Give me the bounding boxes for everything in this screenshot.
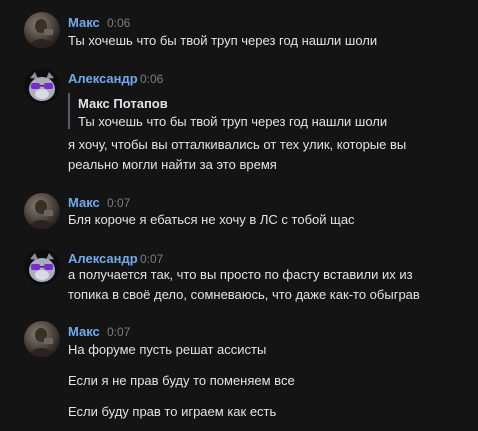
message-text: реально могли найти за это время: [68, 157, 277, 172]
author-name[interactable]: Макс: [68, 324, 100, 339]
message-time[interactable]: 0:07: [107, 325, 130, 339]
message-text: Если буду прав то играем как есть: [68, 404, 277, 419]
quote-author[interactable]: Макс Потапов: [78, 96, 168, 111]
message-time[interactable]: 0:07: [107, 196, 130, 210]
avatar[interactable]: [24, 68, 60, 104]
avatar[interactable]: [24, 321, 60, 357]
message-time[interactable]: 0:06: [140, 72, 163, 86]
author-name[interactable]: Александр: [68, 251, 138, 266]
message-time[interactable]: 0:07: [140, 252, 163, 266]
quote-text: Ты хочешь что бы твой труп через год наш…: [78, 114, 388, 129]
message-text: Бля короче я ебаться не хочу в ЛС с тобо…: [68, 212, 355, 227]
avatar[interactable]: [24, 193, 60, 229]
author-name[interactable]: Макс: [68, 15, 100, 30]
chat-history: Макс 0:06 Ты хочешь что бы твой труп чер…: [0, 0, 478, 431]
message-text: я хочу, чтобы вы отталкивались от тех ул…: [68, 137, 407, 152]
message-text: Если я не прав буду то поменяем все: [68, 373, 295, 388]
cat-avatar-icon: [29, 72, 55, 101]
user-photo-icon: [29, 200, 55, 229]
message-text: а получается так, что вы просто по фасту…: [68, 267, 413, 282]
user-photo-icon: [29, 19, 55, 48]
user-photo-icon: [29, 328, 55, 357]
message-time[interactable]: 0:06: [107, 16, 130, 30]
message-text: Ты хочешь что бы твой труп через год наш…: [68, 33, 378, 48]
quote-bar: [68, 93, 70, 129]
author-name[interactable]: Александр: [68, 71, 138, 86]
message-text: топика в своё дело, сомневаюсь, что даже…: [68, 287, 420, 302]
author-name[interactable]: Макс: [68, 195, 100, 210]
message-text: На форуме пусть решат ассисты: [68, 342, 267, 357]
avatar[interactable]: [24, 12, 60, 48]
avatar[interactable]: [24, 249, 60, 285]
cat-avatar-icon: [29, 253, 55, 282]
